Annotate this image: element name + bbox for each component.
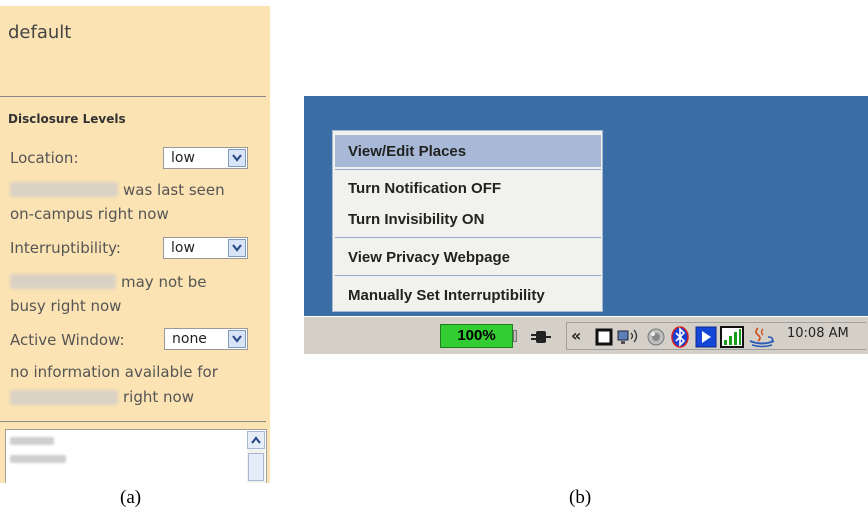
menu-separator bbox=[335, 169, 601, 170]
signal-icon[interactable] bbox=[720, 326, 744, 352]
power-plug-icon[interactable] bbox=[530, 328, 552, 350]
location-status-line2: on-campus right now bbox=[10, 205, 169, 223]
battery-tip bbox=[513, 330, 517, 342]
menu-separator bbox=[335, 237, 601, 238]
context-menu: View/Edit Places Turn Notification OFF T… bbox=[332, 130, 603, 312]
location-status-line1: was last seen bbox=[123, 181, 225, 199]
location-select[interactable]: low bbox=[163, 147, 248, 169]
divider bbox=[0, 96, 266, 97]
list-item[interactable] bbox=[10, 455, 66, 463]
interruptibility-select[interactable]: low bbox=[163, 237, 248, 259]
menu-item-view-edit-places[interactable]: View/Edit Places bbox=[348, 143, 466, 160]
active-window-value: none bbox=[172, 331, 207, 347]
redacted-name bbox=[10, 390, 118, 405]
media-play-icon[interactable] bbox=[695, 326, 717, 352]
location-label: Location: bbox=[10, 149, 79, 167]
chevron-down-icon[interactable] bbox=[228, 330, 246, 348]
menu-item-manually-set-interruptibility[interactable]: Manually Set Interruptibility bbox=[348, 287, 545, 304]
profile-title: default bbox=[8, 22, 72, 43]
caption-b: (b) bbox=[569, 487, 592, 508]
contact-list[interactable] bbox=[5, 429, 267, 483]
interruptibility-status-line2: busy right now bbox=[10, 297, 122, 315]
active-window-status-line1: no information available for bbox=[10, 363, 218, 381]
redacted-name bbox=[10, 274, 116, 289]
menu-item-view-privacy-webpage[interactable]: View Privacy Webpage bbox=[348, 249, 510, 266]
active-window-label: Active Window: bbox=[10, 331, 125, 349]
bluetooth-icon[interactable] bbox=[670, 326, 690, 352]
chevron-down-icon[interactable] bbox=[228, 149, 246, 167]
caption-a: (a) bbox=[120, 487, 142, 508]
interruptibility-value: low bbox=[171, 240, 195, 256]
menu-item-turn-invisibility-on[interactable]: Turn Invisibility ON bbox=[348, 211, 484, 228]
scrollbar[interactable] bbox=[247, 431, 265, 483]
chevron-down-icon[interactable] bbox=[228, 239, 246, 257]
tray-expand-button[interactable]: « bbox=[571, 326, 581, 345]
interruptibility-label: Interruptibility: bbox=[10, 239, 121, 257]
scroll-thumb[interactable] bbox=[248, 453, 264, 481]
java-icon[interactable] bbox=[748, 326, 778, 352]
disclosure-panel: default Disclosure Levels Location: low … bbox=[0, 6, 270, 483]
network-icon[interactable] bbox=[617, 327, 641, 351]
location-value: low bbox=[171, 150, 195, 166]
scroll-up-button[interactable] bbox=[247, 431, 265, 449]
divider bbox=[0, 421, 266, 422]
active-window-status-line2: right now bbox=[123, 388, 194, 406]
menu-item-turn-notification-off[interactable]: Turn Notification OFF bbox=[348, 180, 501, 197]
section-title: Disclosure Levels bbox=[8, 112, 126, 126]
clock[interactable]: 10:08 AM bbox=[787, 326, 849, 341]
battery-indicator[interactable]: 100% bbox=[440, 324, 513, 348]
sound-icon[interactable] bbox=[645, 327, 667, 351]
menu-separator bbox=[335, 275, 601, 276]
active-window-select[interactable]: none bbox=[164, 328, 248, 350]
redacted-name bbox=[10, 182, 118, 197]
interruptibility-status-line1: may not be bbox=[121, 273, 207, 291]
list-item[interactable] bbox=[10, 437, 54, 445]
window-icon[interactable] bbox=[595, 328, 613, 350]
